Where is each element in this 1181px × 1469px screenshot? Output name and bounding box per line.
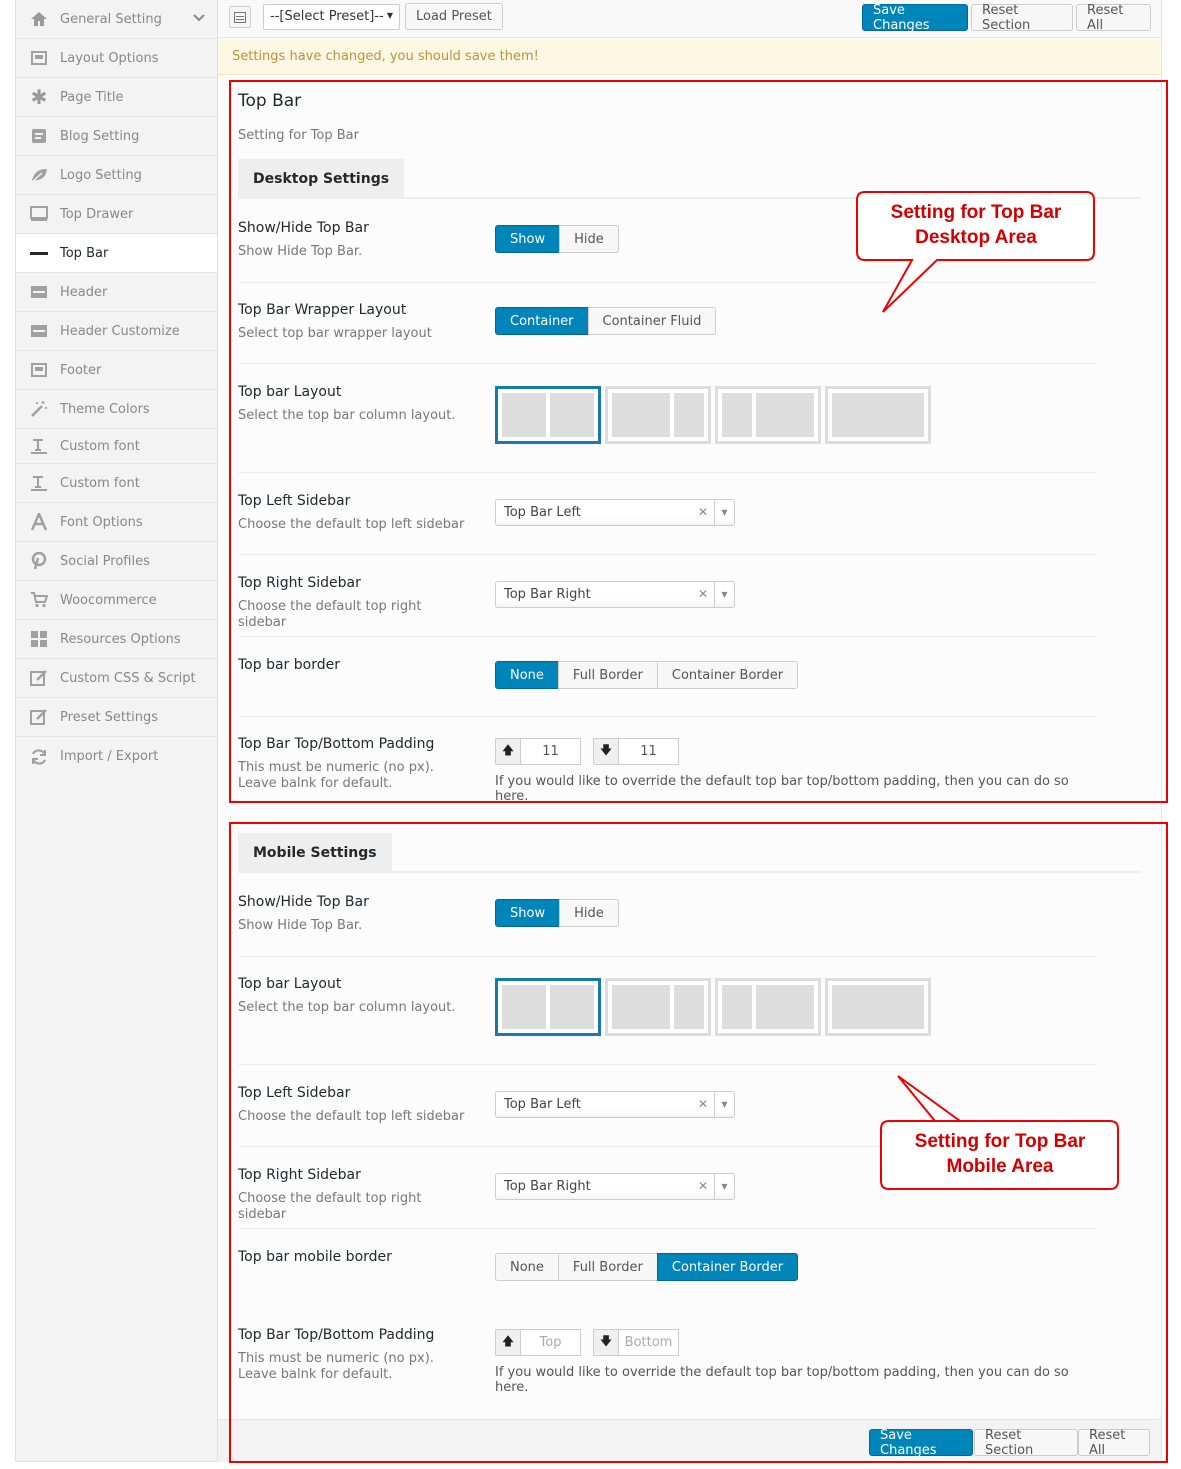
home-icon	[30, 10, 48, 28]
cart-icon	[30, 591, 48, 609]
minus-bar-icon	[30, 244, 48, 262]
sidebar-item-top-drawer[interactable]: Top Drawer	[16, 195, 217, 234]
options-sidebar: General Setting Layout Options ✱ Page Ti…	[15, 0, 218, 1462]
magic-wand-icon	[30, 400, 48, 418]
sidebar-item-label: General Setting	[60, 11, 162, 27]
sidebar-item-woocommerce[interactable]: Woocommerce	[16, 581, 217, 620]
sidebar-item-label: Import / Export	[60, 749, 159, 764]
sidebar-item-preset-settings[interactable]: Preset Settings	[16, 698, 217, 737]
preset-select[interactable]: --[Select Preset]--	[263, 4, 400, 30]
blog-icon	[30, 127, 48, 145]
sidebar-item-page-title[interactable]: ✱ Page Title	[16, 78, 217, 117]
sidebar-item-label: Layout Options	[60, 50, 159, 66]
load-preset-button[interactable]: Load Preset	[405, 3, 503, 30]
sidebar-item-top-bar[interactable]: Top Bar	[16, 234, 217, 273]
sidebar-item-label: Page Title	[60, 89, 124, 105]
edit-icon	[30, 669, 48, 687]
refresh-icon	[30, 748, 48, 766]
leaf-icon	[30, 166, 48, 184]
sidebar-item-header-customize[interactable]: Header Customize	[16, 312, 217, 351]
callout-line1: Setting for Top Bar	[890, 202, 1062, 223]
sidebar-item-label: Blog Setting	[60, 128, 140, 144]
monitor-icon	[30, 205, 48, 223]
sidebar-item-label: Font Options	[60, 514, 143, 530]
sidebar-item-label: Resources Options	[60, 631, 181, 647]
sidebar-item-label: Preset Settings	[60, 709, 158, 725]
sidebar-item-custom-font[interactable]: Custom font	[16, 429, 217, 464]
sidebar-item-label: Custom CSS & Script	[60, 670, 196, 686]
sidebar-item-label: Social Profiles	[60, 553, 150, 569]
sidebar-item-label: Custom font	[60, 475, 140, 491]
text-cursor-icon	[30, 437, 48, 455]
sidebar-item-label: Woocommerce	[60, 592, 157, 608]
save-changes-button[interactable]: Save Changes	[862, 3, 968, 33]
sidebar-item-general-setting[interactable]: General Setting	[16, 0, 217, 39]
chevron-down-icon	[193, 12, 205, 25]
header-icon	[30, 322, 48, 340]
sidebar-item-resources-options[interactable]: Resources Options	[16, 620, 217, 659]
layout-icon	[30, 49, 48, 67]
mobile-callout-text: Setting for Top Bar Mobile Area	[882, 1129, 1118, 1179]
sidebar-item-label: Footer	[60, 362, 102, 378]
sidebar-item-footer[interactable]: Footer	[16, 351, 217, 390]
sidebar-item-label: Top Bar	[60, 245, 109, 261]
footer-icon	[30, 361, 48, 379]
callout-line1: Setting for Top Bar	[914, 1131, 1086, 1152]
callout-line2: Mobile Area	[946, 1156, 1054, 1177]
sidebar-item-header[interactable]: Header	[16, 273, 217, 312]
reset-all-button[interactable]: Reset All	[1076, 3, 1151, 33]
reset-section-button[interactable]: Reset Section	[971, 3, 1073, 33]
sidebar-item-label: Logo Setting	[60, 167, 142, 183]
asterisk-icon: ✱	[30, 85, 48, 109]
sidebar-item-custom-css-script[interactable]: Custom CSS & Script	[16, 659, 217, 698]
callout-line2: Desktop Area	[915, 227, 1037, 248]
sidebar-item-custom-font-2[interactable]: Custom font	[16, 464, 217, 503]
sidebar-item-theme-colors[interactable]: Theme Colors	[16, 390, 217, 429]
text-cursor-icon	[30, 474, 48, 492]
sidebar-item-import-export[interactable]: Import / Export	[16, 737, 217, 776]
settings-changed-notice: Settings have changed, you should save t…	[218, 39, 1161, 75]
sidebar-item-social-profiles[interactable]: Social Profiles	[16, 542, 217, 581]
font-icon	[30, 513, 48, 531]
sidebar-item-label: Theme Colors	[60, 401, 150, 417]
grid-icon	[30, 630, 48, 648]
sidebar-item-font-options[interactable]: Font Options	[16, 503, 217, 542]
desktop-callout-text: Setting for Top Bar Desktop Area	[858, 200, 1094, 250]
edit-icon	[30, 708, 48, 726]
pinterest-icon	[30, 552, 48, 570]
desktop-area-highlight	[229, 80, 1168, 803]
sidebar-item-label: Header	[60, 284, 108, 300]
sidebar-item-blog-setting[interactable]: Blog Setting	[16, 117, 217, 156]
sidebar-item-label: Top Drawer	[60, 206, 134, 222]
header-icon	[30, 283, 48, 301]
sidebar-item-label: Header Customize	[60, 323, 180, 339]
sidebar-item-layout-options[interactable]: Layout Options	[16, 39, 217, 78]
sidebar-item-label: Custom font	[60, 438, 140, 454]
sidebar-item-logo-setting[interactable]: Logo Setting	[16, 156, 217, 195]
expand-icon[interactable]	[229, 6, 251, 28]
toolbar: --[Select Preset]-- Load Preset Save Cha…	[218, 0, 1161, 38]
